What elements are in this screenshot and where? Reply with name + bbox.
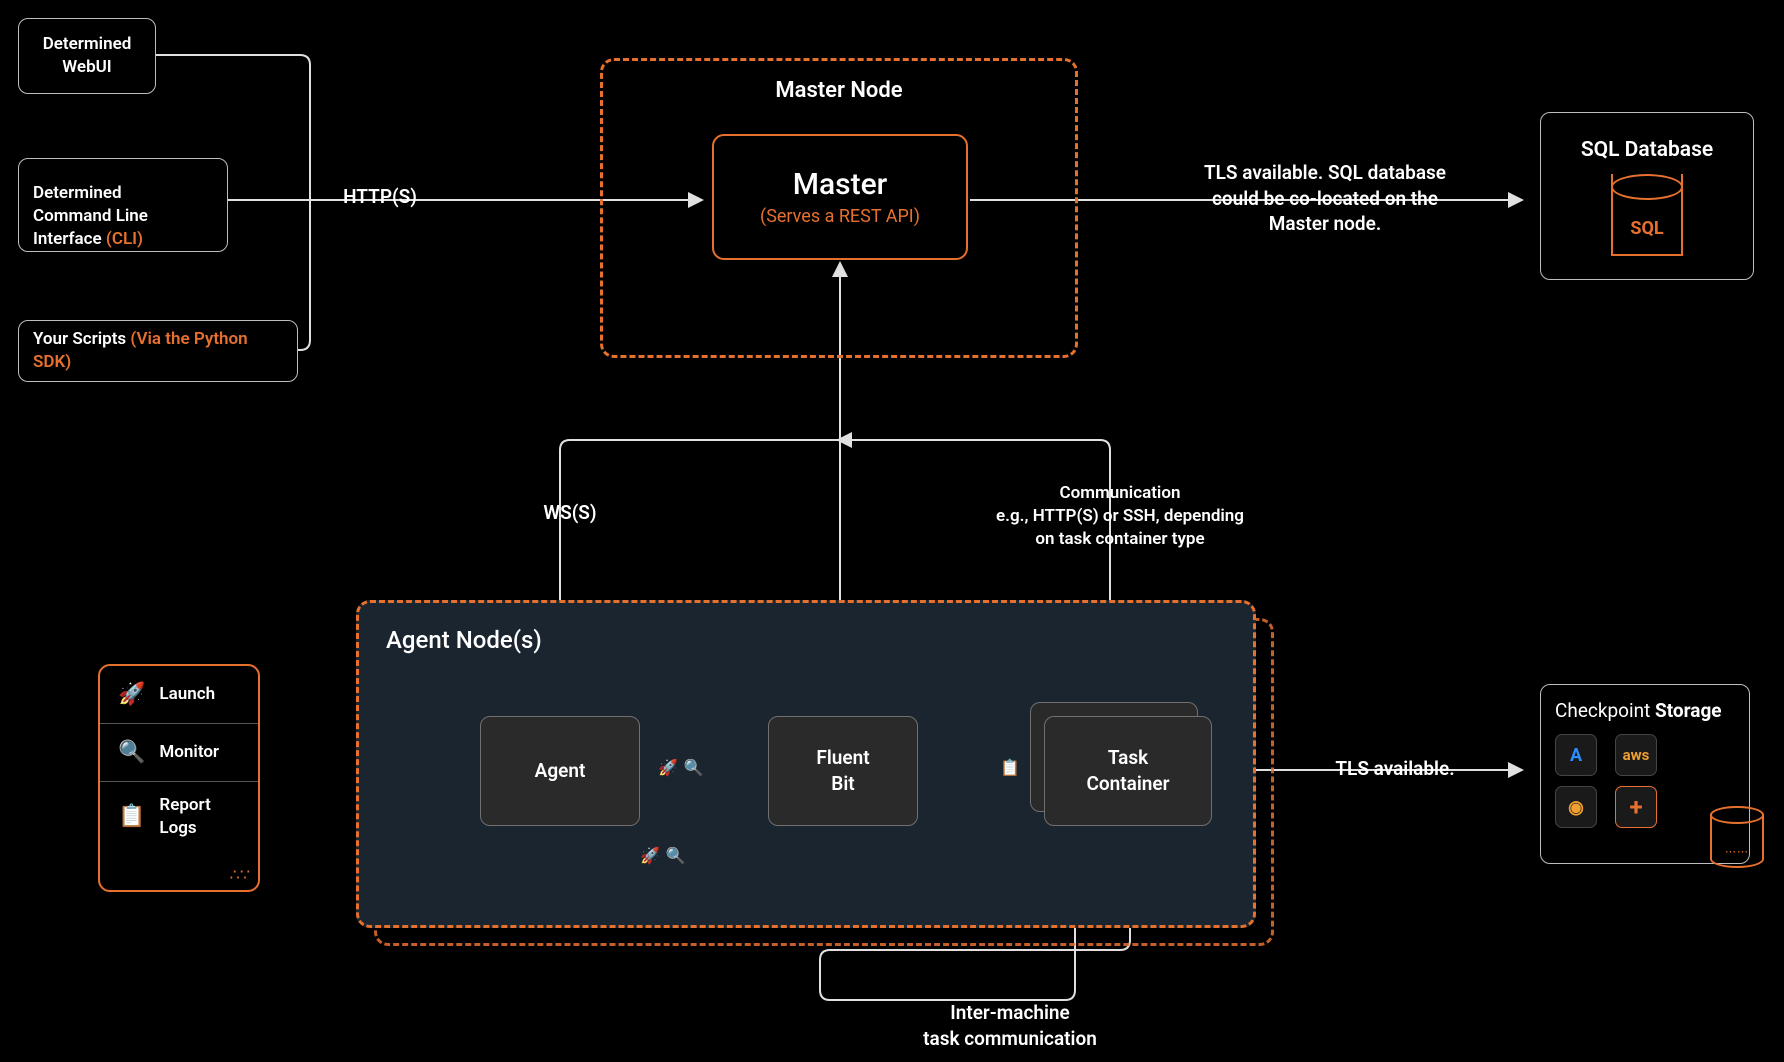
client-scripts: Your Scripts (Via the Python SDK) (18, 320, 298, 382)
bypass-icons: 🚀 🔍 (640, 846, 686, 865)
fluent-label: Fluent Bit (816, 745, 869, 796)
master-node-title: Master Node (600, 76, 1078, 106)
client-webui: Determined WebUI (18, 18, 156, 94)
sql-database-box: SQL Database SQL (1540, 112, 1754, 280)
plus-icon: + (1615, 786, 1657, 828)
azure-icon: A (1555, 734, 1597, 776)
client-webui-label: Determined WebUI (43, 33, 132, 79)
magnify-icon: 🔍 (666, 846, 686, 865)
gcp-icon: ◉ (1555, 786, 1597, 828)
side-report: Report Logs (159, 794, 210, 840)
ckpt-title-suf: Storage (1655, 699, 1722, 722)
master-title: Master (793, 167, 888, 202)
client-cli-suf: (CLI) (106, 229, 143, 249)
tls-available-label: TLS available. (1310, 756, 1480, 782)
magnify-icon: 🔍 (118, 740, 145, 765)
tls-sql-label: TLS available. SQL database could be co-… (1160, 160, 1490, 237)
wss-label: WS(S) (530, 500, 610, 526)
database-icon: SQL (1611, 174, 1683, 256)
task-label: Task Container (1087, 745, 1170, 796)
agent-fluent-icons: 🚀 🔍 (658, 758, 704, 777)
client-cli: Determined Command Line Interface (CLI) (18, 158, 228, 252)
rocket-icon: 🚀 (118, 682, 145, 707)
clipboard-icon: 📋 (118, 804, 145, 829)
storage-cylinder-icon: ⋯⋯ (1710, 806, 1764, 868)
comm-label: Communication e.g., HTTP(S) or SSH, depe… (970, 482, 1270, 551)
clipboard-icon: 📋 (1000, 758, 1020, 777)
fluent-bit-box: Fluent Bit (768, 716, 918, 826)
intermachine-label: Inter-machine task communication (880, 1000, 1140, 1051)
sql-title: SQL Database (1581, 136, 1713, 164)
magnify-icon: 🔍 (684, 758, 704, 777)
rocket-icon: 🚀 (640, 846, 660, 865)
client-scripts-pre: Your Scripts (33, 329, 130, 349)
master-sub: (Serves a REST API) (760, 206, 920, 227)
side-launch: Launch (159, 683, 215, 706)
agent-label: Agent (535, 758, 586, 784)
agent-node-title: Agent Node(s) (386, 626, 542, 654)
aws-icon: aws (1615, 734, 1657, 776)
http-label: HTTP(S) (320, 184, 440, 210)
sql-icon-label: SQL (1611, 218, 1683, 239)
dots-icon: ∴∵ (230, 865, 250, 884)
side-monitor: Monitor (159, 741, 219, 764)
rocket-icon: 🚀 (658, 758, 678, 777)
task-container-box: Task Container (1044, 716, 1212, 826)
master-box: Master (Serves a REST API) (712, 134, 968, 260)
side-panel: 🚀 Launch 🔍 Monitor 📋 Report Logs ∴∵ (98, 664, 260, 892)
agent-box: Agent (480, 716, 640, 826)
ckpt-title-pre: Checkpoint (1555, 699, 1655, 722)
